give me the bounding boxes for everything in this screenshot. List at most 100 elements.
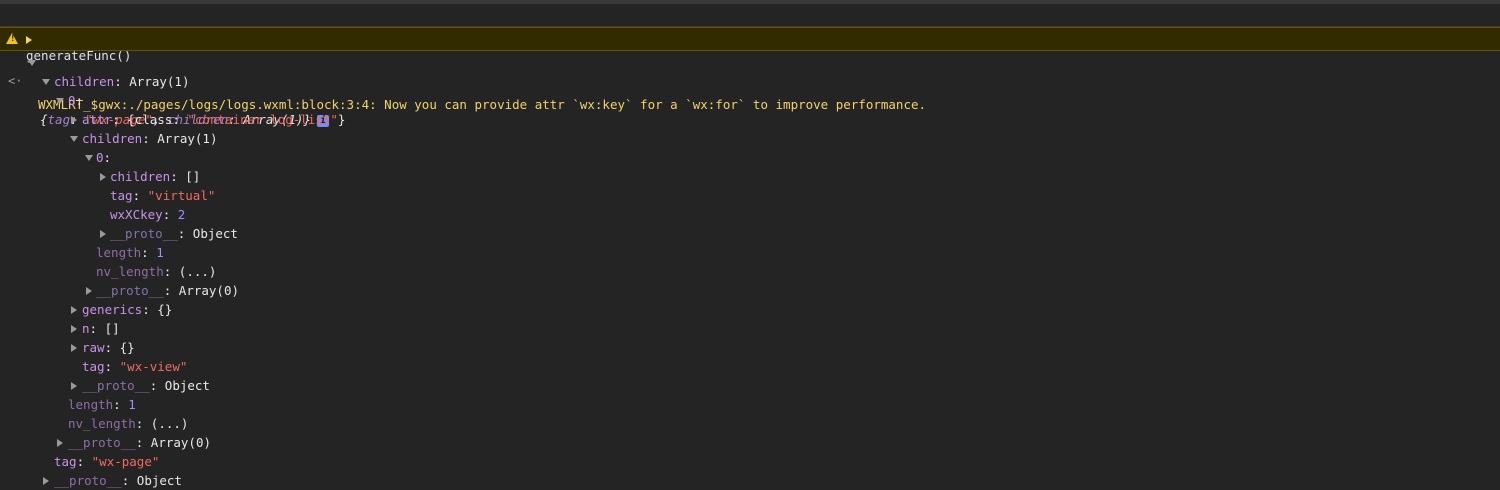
property-separator: :: [76, 454, 92, 469]
property-separator: :: [163, 283, 179, 298]
tree-entry: n: []: [82, 319, 120, 338]
property-value: (...): [150, 416, 189, 431]
property-value: (...): [178, 264, 217, 279]
property-separator: :: [135, 416, 151, 431]
tree-entry: __proto__: Object: [110, 224, 238, 243]
property-value: "container log-list": [187, 112, 338, 127]
property-key: 0: [68, 93, 76, 108]
property-key: length: [96, 245, 142, 260]
triangle-down-icon[interactable]: [42, 79, 50, 85]
tree-row: wxXCkey: 2: [0, 205, 1500, 224]
tree-entry: nv_length: (...): [68, 414, 188, 433]
property-key: nv_length: [68, 416, 136, 431]
tree-row[interactable]: generics: {}: [0, 300, 1500, 319]
tree-entry: children: Array(1): [54, 72, 190, 91]
tree-entry: tag: "wx-page": [54, 452, 159, 471]
property-separator: :: [142, 302, 158, 317]
triangle-right-icon[interactable]: [71, 382, 77, 390]
triangle-down-icon[interactable]: [56, 98, 64, 104]
tree-row[interactable]: 0:: [0, 148, 1500, 167]
tree-entry: 0:: [68, 91, 83, 110]
property-separator: :: [104, 340, 120, 355]
triangle-down-icon[interactable]: [28, 60, 36, 66]
result-summary-row[interactable]: <· {tag: "wx-page", children: Array(1)} i: [0, 53, 1500, 127]
property-separator: :: [103, 150, 112, 165]
triangle-right-icon[interactable]: [86, 287, 92, 295]
property-separator: :: [121, 473, 137, 488]
property-separator: :: [114, 74, 130, 89]
property-value: Array(1): [157, 131, 218, 146]
property-key: children: [82, 131, 143, 146]
property-value: Object: [192, 226, 238, 241]
tree-row[interactable]: children: []: [0, 167, 1500, 186]
property-separator: :: [75, 93, 84, 108]
property-key: __proto__: [82, 378, 150, 393]
tree-row: nv_length: (...): [0, 262, 1500, 281]
property-separator: :: [162, 207, 178, 222]
property-value: {}: [119, 340, 135, 355]
property-key: __proto__: [110, 226, 178, 241]
property-separator: :: [170, 169, 186, 184]
property-separator: :: [142, 131, 158, 146]
triangle-right-icon[interactable]: [100, 173, 106, 181]
tree-entry: children: Array(1): [82, 129, 218, 148]
triangle-right-icon[interactable]: [71, 116, 77, 124]
triangle-right-icon[interactable]: [57, 439, 63, 447]
tree-entry: length: 1: [68, 395, 136, 414]
property-value: 1: [128, 397, 136, 412]
tree-row[interactable]: raw: {}: [0, 338, 1500, 357]
triangle-right-icon[interactable]: [71, 344, 77, 352]
tree-row[interactable]: __proto__: Object: [0, 376, 1500, 395]
console-top-border: [0, 0, 1500, 4]
tree-row[interactable]: children: Array(1): [0, 72, 1500, 91]
property-value: }: [337, 112, 346, 127]
tree-row: tag: "virtual": [0, 186, 1500, 205]
property-separator: :: [177, 226, 193, 241]
property-value: {}: [157, 302, 173, 317]
tree-row[interactable]: n: []: [0, 319, 1500, 338]
property-value: "wx-view": [119, 359, 188, 374]
property-separator: :: [112, 112, 128, 127]
property-separator: :: [104, 359, 120, 374]
property-key: raw: [82, 340, 105, 355]
triangle-down-icon[interactable]: [70, 136, 78, 142]
console-warning[interactable]: WXMLRT_$gwx:./pages/logs/logs.wxml:block…: [0, 27, 1500, 112]
tree-row[interactable]: __proto__: Array(0): [0, 433, 1500, 452]
property-value: "wx-page": [91, 454, 160, 469]
triangle-right-icon[interactable]: [71, 325, 77, 333]
triangle-right-icon[interactable]: [43, 477, 49, 485]
property-key: tag: [110, 188, 133, 203]
tree-row[interactable]: children: Array(1): [0, 129, 1500, 148]
property-value: 1: [156, 245, 164, 260]
property-key: wxXCkey: [110, 207, 163, 222]
triangle-down-icon[interactable]: [85, 155, 93, 161]
property-key: children: [110, 169, 171, 184]
tree-entry: tag: "wx-view": [82, 357, 187, 376]
property-separator: :: [113, 397, 129, 412]
property-key: attr: [82, 112, 113, 127]
tree-row[interactable]: attr: {class: "container log-list"}: [0, 110, 1500, 129]
property-separator: :: [89, 321, 105, 336]
tree-row[interactable]: 0:: [0, 91, 1500, 110]
tree-entry: length: 1: [96, 243, 164, 262]
tree-entry: attr: {class: "container log-list"}: [82, 110, 345, 129]
tree-row: tag: "wx-view": [0, 357, 1500, 376]
property-key: tag: [82, 359, 105, 374]
triangle-right-icon[interactable]: [100, 230, 106, 238]
tree-row[interactable]: __proto__: Object: [0, 471, 1500, 490]
warning-triangle-icon: [6, 33, 18, 44]
property-value: []: [185, 169, 201, 184]
property-value: Array(0): [178, 283, 240, 298]
property-key: generics: [82, 302, 143, 317]
tree-row[interactable]: __proto__: Array(0): [0, 281, 1500, 300]
property-value: {class:: [127, 112, 188, 127]
console-command-line[interactable]: > generateFunc(): [0, 6, 1500, 63]
tree-entry: __proto__: Array(0): [68, 433, 211, 452]
triangle-right-icon[interactable]: [26, 36, 32, 44]
triangle-right-icon[interactable]: [71, 306, 77, 314]
property-key: tag: [54, 454, 77, 469]
property-key: 0: [96, 150, 104, 165]
property-key: __proto__: [68, 435, 136, 450]
tree-row[interactable]: __proto__: Object: [0, 224, 1500, 243]
tree-row: length: 1: [0, 243, 1500, 262]
